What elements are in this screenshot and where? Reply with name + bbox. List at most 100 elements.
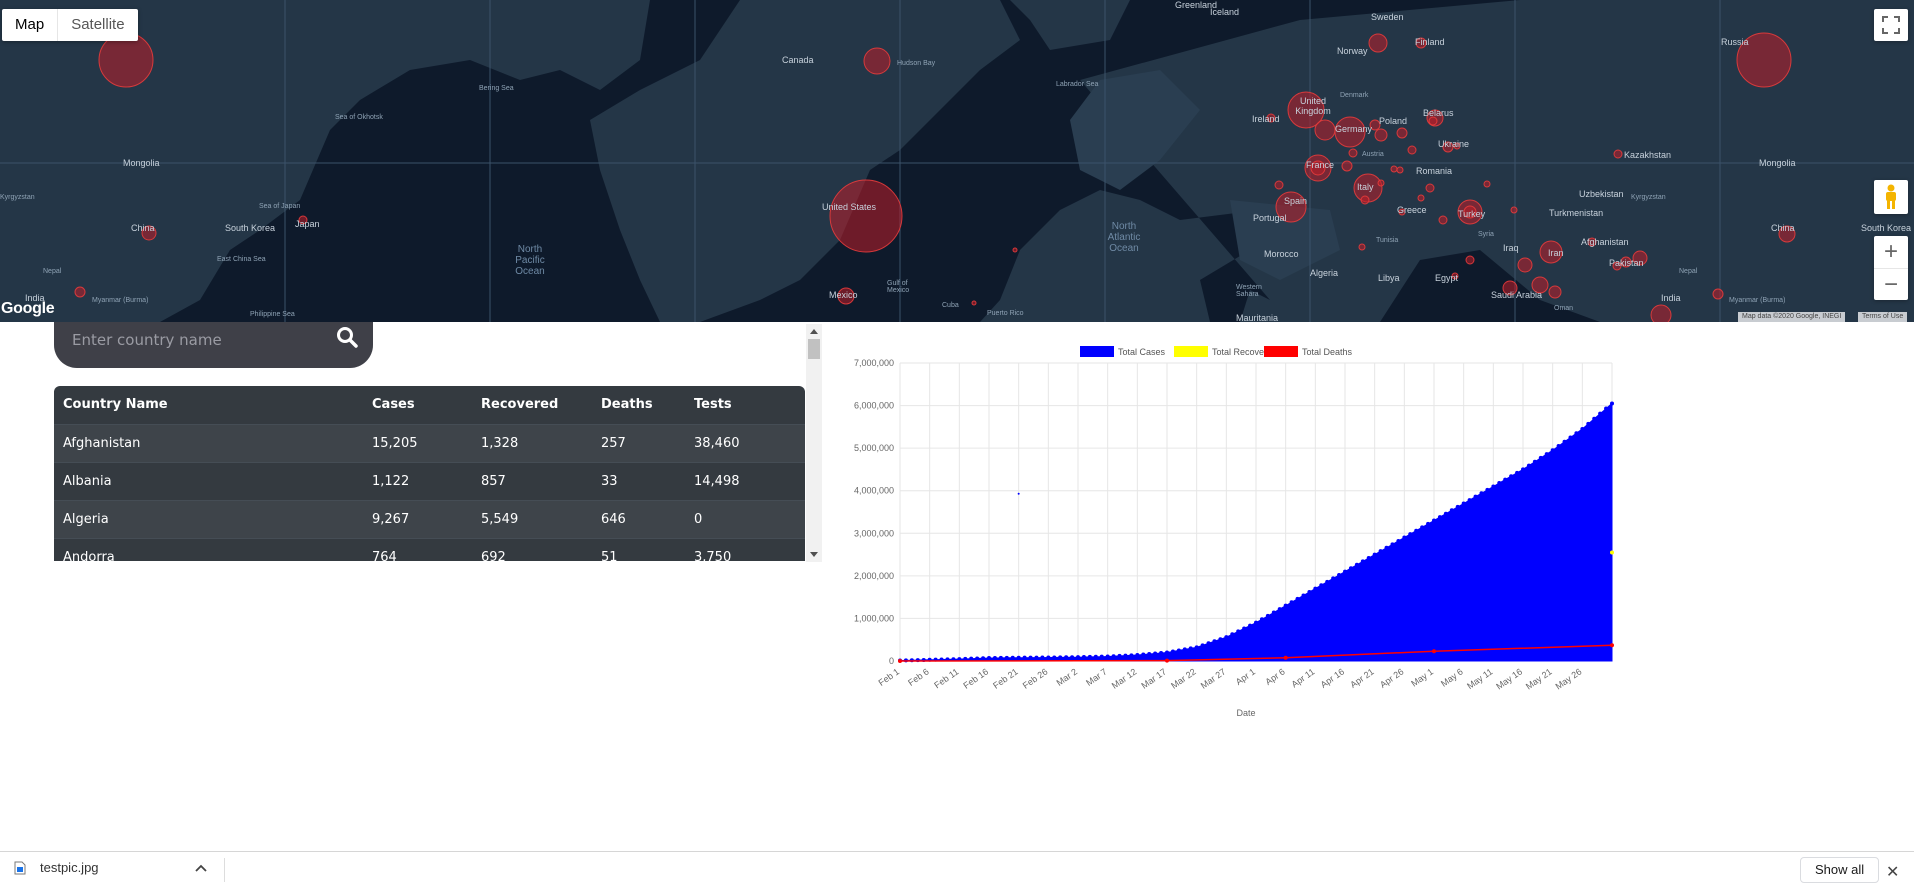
close-download-bar-icon[interactable]: ✕ — [1886, 862, 1899, 882]
data-point-total-cases — [1111, 654, 1116, 659]
map-type-satellite-button[interactable]: Satellite — [57, 9, 137, 41]
data-point-total-cases — [1319, 583, 1324, 588]
table-row[interactable]: Albania 1,122 857 33 14,498 — [54, 461, 805, 500]
label-poland: Poland — [1379, 116, 1408, 126]
cell-cases: 9,267 — [363, 499, 472, 538]
label-kazakhstan: Kazakhstan — [1624, 150, 1672, 160]
data-point-total-cases — [1123, 653, 1128, 658]
x-tick-label: May 26 — [1554, 666, 1584, 691]
data-point-total-cases — [1176, 648, 1181, 653]
street-view-button[interactable] — [1874, 180, 1908, 214]
search-icon[interactable] — [336, 326, 358, 348]
data-point-total-cases — [1147, 652, 1152, 657]
download-item[interactable]: testpic.jpg — [14, 860, 99, 875]
x-tick-label: Feb 26 — [1021, 666, 1050, 690]
label-libya: Libya — [1378, 273, 1400, 283]
y-tick-label: 4,000,000 — [854, 486, 894, 496]
label-pakistan: Pakistan — [1609, 258, 1644, 268]
x-tick-label: May 1 — [1409, 666, 1435, 688]
cell-tests: 14,498 — [685, 461, 805, 500]
table-scrollbar[interactable] — [806, 324, 822, 562]
label-afghanistan: Afghanistan — [1581, 237, 1629, 247]
x-tick-label: Feb 1 — [877, 666, 902, 687]
scroll-up-arrow-icon[interactable] — [810, 329, 818, 334]
label-bering-sea: Bering Sea — [479, 85, 514, 92]
label-south-korea: South Korea — [225, 223, 276, 233]
data-point-total-cases — [1610, 401, 1614, 406]
data-point-total-cases — [1259, 617, 1264, 622]
y-tick-label: 6,000,000 — [854, 401, 894, 411]
header-country-name[interactable]: Country Name — [54, 386, 363, 424]
data-point-total-cases — [1022, 655, 1027, 660]
x-tick-label: Mar 12 — [1110, 666, 1139, 690]
data-point-total-cases — [1301, 593, 1306, 598]
map-type-map-button[interactable]: Map — [2, 9, 57, 41]
table-row[interactable]: Andorra 764 692 51 3,750 — [54, 537, 805, 561]
x-tick-label: Feb 16 — [961, 666, 990, 690]
show-all-button[interactable]: Show all — [1800, 857, 1880, 883]
data-point-total-cases — [1592, 416, 1597, 421]
data-point-total-cases — [1313, 586, 1318, 591]
scroll-thumb[interactable] — [808, 339, 820, 359]
terms-of-use-link[interactable]: Terms of Use — [1858, 312, 1908, 322]
label-germany: Germany — [1335, 124, 1373, 134]
header-cases[interactable]: Cases — [363, 386, 472, 424]
data-point-total-cases — [1093, 654, 1098, 659]
data-point-total-cases — [1236, 629, 1241, 634]
data-point-total-cases — [1307, 590, 1312, 595]
label-east-china-sea: East China Sea — [217, 256, 266, 263]
chevron-up-icon[interactable] — [195, 863, 207, 873]
x-tick-label: Apr 26 — [1378, 666, 1405, 689]
header-tests[interactable]: Tests — [685, 386, 805, 424]
data-point-total-deaths — [1283, 655, 1288, 660]
header-deaths[interactable]: Deaths — [592, 386, 685, 424]
zoom-out-button[interactable]: − — [1874, 268, 1908, 300]
country-table-container[interactable]: Country Name Cases Recovered Deaths Test… — [54, 386, 805, 561]
data-point-total-cases — [1604, 406, 1609, 411]
data-point-total-cases — [1354, 562, 1359, 567]
data-point-total-cases — [1414, 528, 1419, 533]
x-axis-title: Date — [1236, 708, 1255, 718]
x-tick-label: Mar 22 — [1169, 666, 1198, 690]
cell-country: Andorra — [54, 537, 363, 561]
data-point-total-cases — [1562, 439, 1567, 444]
label-spain: Spain — [1284, 196, 1308, 206]
data-point-total-cases — [1544, 452, 1549, 457]
cell-country: Algeria — [54, 499, 363, 538]
data-point-total-cases — [1396, 538, 1401, 543]
zoom-control[interactable]: + − — [1874, 236, 1908, 300]
fullscreen-button[interactable] — [1874, 9, 1908, 41]
label-portugal: Portugal — [1253, 213, 1287, 223]
label-russia: Russia — [1721, 37, 1749, 47]
table-row[interactable]: Algeria 9,267 5,549 646 0 — [54, 499, 805, 538]
label-turkmenistan: Turkmenistan — [1549, 208, 1604, 218]
country-search-input[interactable] — [72, 328, 322, 352]
y-tick-label: 0 — [889, 656, 894, 666]
label-japan: Japan — [295, 219, 320, 229]
label-south-korea-east: South Korea — [1861, 223, 1912, 233]
map-type-control[interactable]: Map Satellite — [2, 9, 138, 41]
cell-cases: 764 — [363, 537, 472, 561]
data-point-total-cases — [1598, 411, 1603, 416]
y-tick-label: 2,000,000 — [854, 571, 894, 581]
table-row[interactable]: Afghanistan 15,205 1,328 257 38,460 — [54, 423, 805, 462]
map-canvas[interactable] — [0, 0, 1914, 322]
data-point-total-cases — [1194, 645, 1199, 650]
label-italy: Italy — [1357, 182, 1374, 192]
zoom-in-button[interactable]: + — [1874, 236, 1908, 268]
scroll-down-arrow-icon[interactable] — [810, 552, 818, 557]
label-tunisia: Tunisia — [1376, 237, 1399, 244]
cell-deaths: 646 — [592, 499, 685, 538]
label-oman: Oman — [1554, 305, 1574, 312]
label-greenland: Greenland — [1175, 0, 1218, 10]
header-recovered[interactable]: Recovered — [472, 386, 592, 424]
data-point-total-cases — [975, 656, 980, 661]
world-map[interactable]: Canada Hudson Bay Labrador Sea Bering Se… — [0, 0, 1914, 322]
legend-label: Total Cases — [1118, 347, 1166, 357]
cell-deaths: 33 — [592, 461, 685, 500]
data-point-total-cases — [1218, 637, 1223, 642]
label-myanmar-east: Myanmar (Burma) — [1729, 297, 1786, 304]
data-point-total-cases — [1265, 613, 1270, 618]
label-myanmar: Myanmar (Burma) — [92, 297, 149, 304]
y-tick-label: 3,000,000 — [854, 528, 894, 538]
